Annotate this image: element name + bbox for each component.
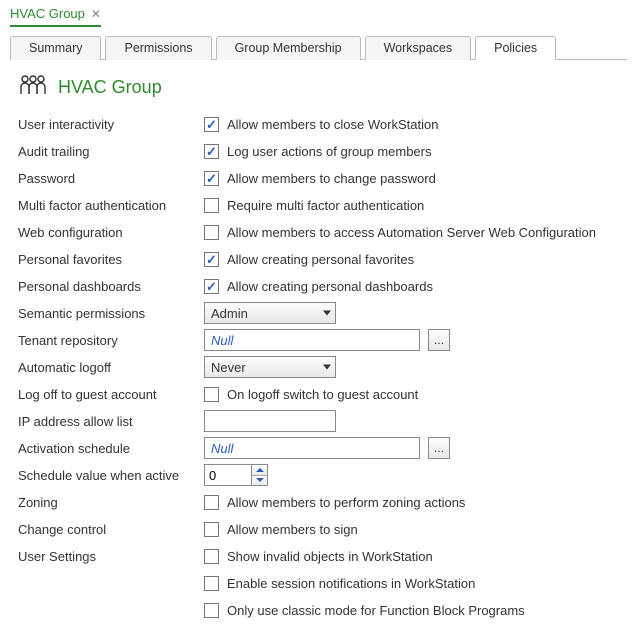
- spinner-down-button[interactable]: [252, 476, 267, 486]
- chevron-down-icon: [256, 478, 264, 482]
- label-logoff-guest: Log off to guest account: [18, 387, 204, 402]
- spinner-up-button[interactable]: [252, 465, 267, 476]
- checkbox-web-config[interactable]: [204, 225, 219, 240]
- spinner-schedule-value[interactable]: [204, 464, 268, 486]
- checkbox-user-interactivity[interactable]: [204, 117, 219, 132]
- label-tenant-repository: Tenant repository: [18, 333, 204, 348]
- tab-strip: Summary Permissions Group Membership Wor…: [10, 35, 627, 60]
- group-icon: [18, 74, 48, 100]
- document-tab-bar: HVAC Group ✕: [0, 0, 637, 27]
- checkbox-change-control[interactable]: [204, 522, 219, 537]
- checkbox-logoff-guest[interactable]: [204, 387, 219, 402]
- chevron-up-icon: [256, 468, 264, 472]
- text-personal-favorites: Allow creating personal favorites: [227, 252, 414, 267]
- browse-activation-schedule-button[interactable]: ...: [428, 437, 450, 459]
- label-activation-schedule: Activation schedule: [18, 441, 204, 456]
- text-us-session-notifications: Enable session notifications in WorkStat…: [227, 576, 475, 591]
- label-personal-dashboards: Personal dashboards: [18, 279, 204, 294]
- label-web-config: Web configuration: [18, 225, 204, 240]
- label-audit-trailing: Audit trailing: [18, 144, 204, 159]
- text-personal-dashboards: Allow creating personal dashboards: [227, 279, 433, 294]
- input-activation-schedule[interactable]: [204, 437, 420, 459]
- select-automatic-logoff[interactable]: Never: [204, 356, 336, 378]
- label-mfa: Multi factor authentication: [18, 198, 204, 213]
- document-tab-title: HVAC Group: [10, 6, 85, 21]
- tab-group-membership[interactable]: Group Membership: [216, 36, 361, 60]
- chevron-down-icon: [323, 311, 331, 316]
- tab-summary[interactable]: Summary: [10, 36, 101, 60]
- page-title: HVAC Group: [58, 77, 162, 98]
- text-user-interactivity: Allow members to close WorkStation: [227, 117, 438, 132]
- text-mfa: Require multi factor authentication: [227, 198, 424, 213]
- label-zoning: Zoning: [18, 495, 204, 510]
- tab-workspaces[interactable]: Workspaces: [365, 36, 472, 60]
- text-web-config: Allow members to access Automation Serve…: [227, 225, 596, 240]
- tab-permissions[interactable]: Permissions: [105, 36, 211, 60]
- page-header: HVAC Group: [0, 60, 637, 106]
- text-logoff-guest: On logoff switch to guest account: [227, 387, 418, 402]
- input-tenant-repository[interactable]: [204, 329, 420, 351]
- checkbox-zoning[interactable]: [204, 495, 219, 510]
- browse-tenant-repository-button[interactable]: ...: [428, 329, 450, 351]
- label-personal-favorites: Personal favorites: [18, 252, 204, 267]
- input-schedule-value[interactable]: [204, 464, 252, 486]
- label-user-interactivity: User interactivity: [18, 117, 204, 132]
- checkbox-us-session-notifications[interactable]: [204, 576, 219, 591]
- select-semantic-permissions-value: Admin: [211, 306, 248, 321]
- label-password: Password: [18, 171, 204, 186]
- text-us-classic-mode: Only use classic mode for Function Block…: [227, 603, 525, 618]
- close-icon[interactable]: ✕: [91, 7, 101, 21]
- label-user-settings: User Settings: [18, 549, 204, 564]
- checkbox-audit-trailing[interactable]: [204, 144, 219, 159]
- label-schedule-value-active: Schedule value when active: [18, 468, 204, 483]
- text-zoning: Allow members to perform zoning actions: [227, 495, 465, 510]
- checkbox-personal-dashboards[interactable]: [204, 279, 219, 294]
- label-semantic-permissions: Semantic permissions: [18, 306, 204, 321]
- text-us-invalid-objects: Show invalid objects in WorkStation: [227, 549, 433, 564]
- label-change-control: Change control: [18, 522, 204, 537]
- text-audit-trailing: Log user actions of group members: [227, 144, 432, 159]
- checkbox-us-invalid-objects[interactable]: [204, 549, 219, 564]
- policies-form: User interactivity Allow members to clos…: [0, 106, 637, 642]
- checkbox-personal-favorites[interactable]: [204, 252, 219, 267]
- checkbox-password[interactable]: [204, 171, 219, 186]
- checkbox-mfa[interactable]: [204, 198, 219, 213]
- select-automatic-logoff-value: Never: [211, 360, 246, 375]
- text-change-control: Allow members to sign: [227, 522, 358, 537]
- input-ip-allow-list[interactable]: [204, 410, 336, 432]
- checkbox-us-classic-mode[interactable]: [204, 603, 219, 618]
- label-ip-allow-list: IP address allow list: [18, 414, 204, 429]
- label-automatic-logoff: Automatic logoff: [18, 360, 204, 375]
- select-semantic-permissions[interactable]: Admin: [204, 302, 336, 324]
- chevron-down-icon: [323, 365, 331, 370]
- tab-policies[interactable]: Policies: [475, 36, 556, 60]
- document-tab[interactable]: HVAC Group ✕: [10, 6, 101, 27]
- text-password: Allow members to change password: [227, 171, 436, 186]
